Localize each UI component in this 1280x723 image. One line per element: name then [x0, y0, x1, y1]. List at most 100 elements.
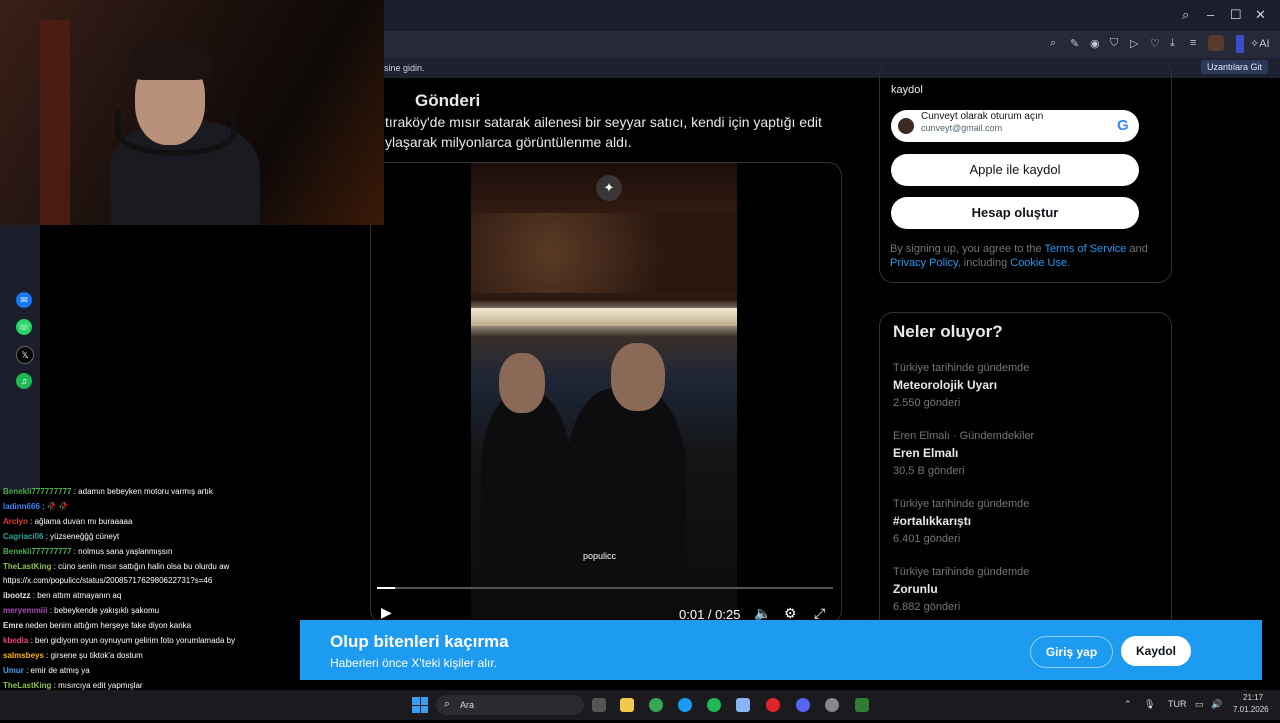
heart-icon[interactable]: ♡ [1150, 37, 1160, 50]
terms-prefix: By signing up, you agree to the [890, 243, 1045, 255]
camera-icon[interactable]: ◉ [1090, 37, 1100, 50]
google-icon: G [1117, 117, 1129, 134]
register-button[interactable]: Kaydol [1121, 636, 1191, 666]
chat-text: : nolmus sana yaşlanmışsın [71, 546, 173, 556]
banner-title: Olup bitenleri kaçırma [330, 632, 509, 651]
ai-label: AI [1259, 38, 1270, 50]
x-icon[interactable]: 𝕏 [16, 346, 34, 364]
chat-message: kbedia : ben gidiyom oyun oynuyum geliri… [3, 633, 235, 648]
chat-text: : 🥀 🥀 [39, 501, 69, 511]
ai-button[interactable]: ✧AI [1250, 37, 1270, 50]
app-icon[interactable] [736, 698, 750, 712]
google-signin-button[interactable]: Cunveyt olarak oturum açın cunveyt@gmail… [891, 110, 1139, 142]
menu-icon[interactable]: ≡ [1190, 37, 1196, 49]
network-icon[interactable]: ▭ [1195, 699, 1204, 710]
spotify-icon[interactable]: ♫ [16, 373, 32, 389]
video-player[interactable]: populicc ✦ ▶ 0:01 / 0:25 🔈 ⚙ ⤢ [370, 162, 842, 624]
trend-title[interactable]: Meteorolojik Uyarı [893, 378, 997, 392]
chrome-icon[interactable] [649, 698, 663, 712]
clock-time[interactable]: 21:17 [1243, 693, 1263, 702]
maximize-button[interactable]: ☐ [1230, 7, 1242, 23]
edit-icon[interactable]: ✎ [1070, 37, 1079, 50]
extension-hint-text: sine gidin. [384, 63, 425, 73]
trend-count: 6.401 gönderi [893, 533, 961, 545]
start-logo-tile [412, 697, 420, 705]
opera-icon[interactable] [766, 698, 780, 712]
profile-avatar[interactable] [1208, 35, 1224, 51]
chat-username[interactable]: Arclyn [3, 517, 28, 526]
chat-username[interactable]: Cagriaci06 [3, 532, 43, 541]
terms-and: and [1126, 243, 1148, 255]
banner-subtitle: Haberleri önce X'teki kişiler alır. [330, 656, 498, 670]
chat-username[interactable]: Umur [3, 666, 24, 675]
cookie-use-link[interactable]: Cookie Use. [1010, 257, 1070, 269]
chat-message: Umur : emir de atmış ya [3, 663, 90, 678]
chat-message: https://x.com/populicc/status/2008571762… [3, 573, 212, 588]
apple-signup-button[interactable]: Apple ile kaydol [891, 154, 1139, 186]
apple-signup-label: Apple ile kaydol [969, 162, 1061, 177]
trend-title[interactable]: Zorunlu [893, 582, 938, 596]
trend-title[interactable]: Eren Elmalı [893, 446, 958, 460]
discord-icon[interactable] [796, 698, 810, 712]
chat-username[interactable]: Emre [3, 621, 23, 630]
chat-message: Benekli777777777 : nolmus sana yaşlanmış… [3, 544, 172, 559]
start-logo-tile [412, 705, 420, 713]
task-view-icon[interactable] [592, 698, 606, 712]
chat-username[interactable]: meryemmiii [3, 606, 47, 615]
login-button[interactable]: Giriş yap [1030, 636, 1113, 668]
play-icon[interactable]: ▷ [1130, 37, 1138, 50]
chat-username[interactable]: Benekli777777777 [3, 547, 72, 556]
chat-username[interactable]: kbedia [3, 636, 28, 645]
close-button[interactable]: ✕ [1255, 7, 1266, 23]
chat-text: : yüzseneğğğ cüneyt [43, 531, 120, 541]
privacy-policy-link[interactable]: Privacy Policy [890, 257, 958, 269]
minimize-button[interactable]: – [1207, 7, 1214, 22]
file-explorer-icon[interactable] [620, 698, 634, 712]
microphone-icon[interactable]: 🎙 [1144, 699, 1155, 710]
play-button[interactable]: ▶ [381, 604, 392, 621]
spotify-taskbar-icon[interactable] [707, 698, 721, 712]
shield-icon[interactable]: ⛉ [1110, 37, 1118, 50]
taskbar-search[interactable]: ⌕ Ara [436, 695, 584, 715]
tray-chevron-icon[interactable]: ⌃ [1124, 699, 1132, 710]
download-icon[interactable]: ⤓ [1170, 37, 1175, 50]
go-to-extensions-button[interactable]: Uzantılara Git [1200, 60, 1268, 74]
stand-light [471, 308, 737, 326]
chat-username[interactable]: ladinn666 [3, 502, 40, 511]
chat-username[interactable]: TheLastKing [3, 681, 51, 690]
messenger-icon[interactable]: ✉ [16, 292, 32, 308]
chat-message: TheLastKing : cüno senin mısır sattığın … [3, 559, 229, 574]
chat-text: : ben attım atmayanın aq [30, 591, 122, 601]
zoom-icon[interactable]: ⌕ [1050, 37, 1056, 50]
terms-of-service-link[interactable]: Terms of Service [1045, 243, 1127, 255]
language-indicator[interactable]: TUR [1168, 699, 1187, 709]
terminal-icon[interactable] [855, 698, 869, 712]
post-text-line-1: tıraköy'de mısır satarak ailenesi bir se… [385, 114, 822, 130]
start-button[interactable] [412, 697, 428, 713]
video-progress-bar[interactable] [377, 587, 833, 589]
trend-count: 2.550 gönderi [893, 397, 961, 409]
search-tabs-icon[interactable]: ⌕ [1182, 7, 1189, 23]
headphones-icon [115, 110, 237, 156]
chat-username[interactable]: salmsbeys [3, 651, 44, 660]
whatsapp-icon[interactable]: ☏ [16, 319, 32, 335]
chat-username[interactable]: ibootzz [3, 591, 31, 600]
google-avatar [898, 118, 914, 134]
streamer-webcam [0, 0, 384, 225]
windows-taskbar [0, 690, 1280, 720]
face-left [499, 353, 545, 413]
volume-tray-icon[interactable]: 🔊 [1211, 699, 1222, 710]
post-text-line-2: ylaşarak milyonlarca görüntülenme aldı. [385, 134, 632, 150]
video-progress-fill [377, 587, 396, 589]
grok-sparkle-icon[interactable]: ✦ [596, 175, 622, 201]
trend-title[interactable]: #ortalıkkarıştı [893, 514, 971, 528]
obs-icon[interactable] [825, 698, 839, 712]
edge-icon[interactable] [678, 698, 692, 712]
sidebar-toggle[interactable] [1236, 35, 1244, 53]
chat-username[interactable]: TheLastKing [3, 562, 51, 571]
chat-message: Benekli777777777 : adamın bebeyken motor… [3, 484, 213, 499]
chat-username[interactable]: Benekli777777777 [3, 487, 72, 496]
clock-date[interactable]: 7.01.2026 [1233, 705, 1269, 714]
create-account-button[interactable]: Hesap oluştur [891, 197, 1139, 229]
trend-meta: Türkiye tarihinde gündemde [893, 498, 1030, 510]
